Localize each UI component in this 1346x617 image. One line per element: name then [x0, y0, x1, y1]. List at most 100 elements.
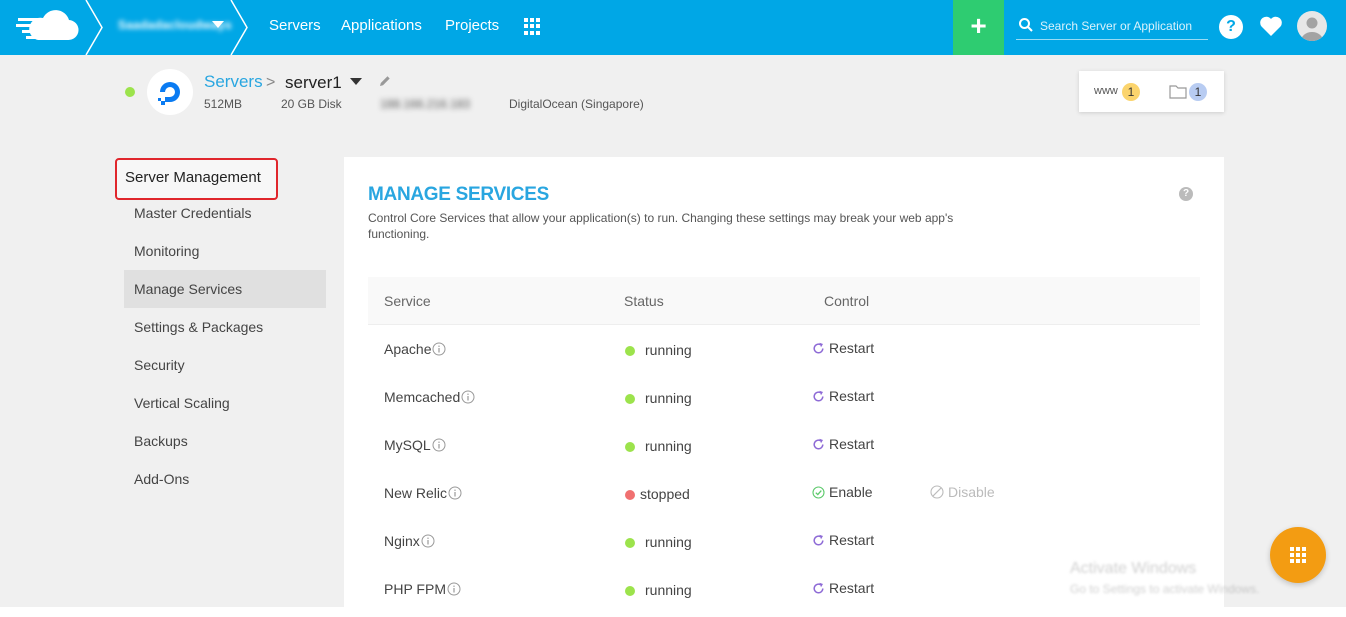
search-box [1016, 14, 1208, 40]
restart-label: Restart [829, 388, 875, 404]
server-disk: 20 GB Disk [281, 97, 342, 111]
server-counts-box: www 1 1 [1079, 71, 1224, 112]
service-name: MySQL [384, 437, 446, 453]
nav-projects[interactable]: Projects [445, 17, 499, 34]
status-dot-running [625, 442, 635, 452]
restart-button[interactable]: Restart [812, 340, 874, 356]
watermark-title: Activate Windows [1070, 560, 1197, 577]
www-apps-label[interactable]: www [1094, 85, 1118, 97]
status-text: running [645, 390, 692, 406]
service-label: Apache [384, 341, 432, 357]
sidebar-item-vertical-scaling[interactable]: Vertical Scaling [124, 384, 326, 422]
panel-help-icon[interactable]: ? [1179, 187, 1193, 201]
column-header-control: Control [824, 293, 870, 309]
info-icon[interactable] [432, 342, 446, 356]
sidebar-item-manage-services[interactable]: Manage Services [124, 270, 326, 308]
status-text: running [645, 582, 692, 598]
sidebar-item-master-credentials[interactable]: Master Credentials [124, 194, 326, 232]
restart-button[interactable]: Restart [812, 532, 874, 548]
team-dropdown-caret-icon[interactable] [212, 21, 224, 28]
table-row: Nginx running Restart [368, 517, 1200, 565]
disable-label: Disable [948, 484, 995, 500]
nav-applications[interactable]: Applications [341, 17, 422, 34]
user-icon [1301, 17, 1323, 41]
restart-button[interactable]: Restart [812, 388, 874, 404]
status-text: running [645, 342, 692, 358]
activate-windows-watermark: Activate Windows Go to Settings to activ… [1070, 560, 1259, 596]
service-name: PHP FPM [384, 581, 461, 597]
server-dropdown-caret-icon[interactable] [350, 78, 362, 85]
folder-count-badge: 1 [1189, 83, 1207, 101]
search-input[interactable] [1040, 16, 1206, 36]
page-title: MANAGE SERVICES [368, 184, 549, 205]
table-row: MySQL running Restart [368, 421, 1200, 469]
digitalocean-icon [158, 82, 180, 105]
sidebar-item-backups[interactable]: Backups [124, 422, 326, 460]
apps-grid-icon[interactable] [524, 18, 541, 35]
user-avatar[interactable] [1297, 11, 1327, 41]
add-button[interactable]: + [953, 0, 1004, 55]
server-name: server1 [285, 73, 342, 92]
page-bottom-edge [0, 607, 1346, 617]
restart-icon [813, 534, 824, 546]
enable-button[interactable]: Enable [812, 484, 873, 500]
sidebar-item-monitoring[interactable]: Monitoring [124, 232, 326, 270]
column-header-service: Service [384, 293, 431, 309]
info-icon[interactable] [461, 390, 475, 404]
status-text: stopped [640, 486, 690, 502]
service-label: MySQL [384, 437, 431, 453]
sidebar-item-settings-packages[interactable]: Settings & Packages [124, 308, 326, 346]
restart-icon [813, 390, 824, 402]
info-icon[interactable] [432, 438, 446, 452]
service-label: New Relic [384, 485, 448, 501]
disable-icon [930, 485, 944, 499]
status-dot-running [625, 394, 635, 404]
top-navigation-bar: Saadadacloudways Servers Applications Pr… [0, 0, 1346, 55]
restart-label: Restart [829, 340, 875, 356]
breadcrumb-divider-icon [85, 0, 103, 55]
manage-services-panel: MANAGE SERVICES ? Control Core Services … [344, 157, 1224, 617]
help-icon[interactable]: ? [1219, 15, 1243, 39]
restart-label: Restart [829, 532, 875, 548]
info-icon[interactable] [421, 534, 435, 548]
restart-icon [813, 342, 824, 354]
service-name: New Relic [384, 485, 462, 501]
restart-label: Restart [829, 436, 875, 452]
restart-label: Restart [829, 580, 875, 596]
watermark-subtitle: Go to Settings to activate Windows. [1070, 582, 1260, 596]
service-name: Apache [384, 341, 446, 357]
floating-menu-button[interactable] [1270, 527, 1326, 583]
www-count-badge: 1 [1122, 83, 1140, 101]
status-dot-running [625, 538, 635, 548]
status-dot-running [625, 586, 635, 596]
breadcrumb-separator: > [266, 74, 276, 91]
breadcrumb-divider-icon [230, 0, 248, 55]
restart-button[interactable]: Restart [812, 580, 874, 596]
page-description: Control Core Services that allow your ap… [368, 211, 954, 241]
table-header: Service Status Control [368, 277, 1200, 325]
info-icon[interactable] [447, 582, 461, 596]
nav-servers[interactable]: Servers [269, 17, 321, 34]
status-text: running [645, 534, 692, 550]
service-label: PHP FPM [384, 581, 446, 597]
cloudways-logo-icon[interactable] [16, 10, 80, 44]
service-label: Nginx [384, 533, 420, 549]
status-dot-stopped [625, 490, 635, 500]
enable-label: Enable [829, 484, 873, 500]
table-row: New Relic stopped Enable Disable [368, 469, 1200, 517]
restart-icon [813, 582, 824, 594]
restart-icon [813, 438, 824, 450]
disable-button[interactable]: Disable [930, 484, 995, 500]
edit-pencil-icon[interactable] [379, 75, 391, 87]
breadcrumb-servers-link[interactable]: Servers [204, 72, 263, 92]
info-icon[interactable] [448, 486, 462, 500]
restart-button[interactable]: Restart [812, 436, 874, 452]
heart-icon[interactable] [1259, 15, 1283, 37]
sidebar-item-security[interactable]: Security [124, 346, 326, 384]
digitalocean-logo [147, 69, 193, 115]
table-row: Memcached running Restart [368, 373, 1200, 421]
sidebar-item-add-ons[interactable]: Add-Ons [124, 460, 326, 498]
table-row: Apache running Restart [368, 325, 1200, 373]
folder-icon[interactable] [1169, 84, 1187, 99]
server-ip: 188.166.216.183 [380, 97, 471, 111]
